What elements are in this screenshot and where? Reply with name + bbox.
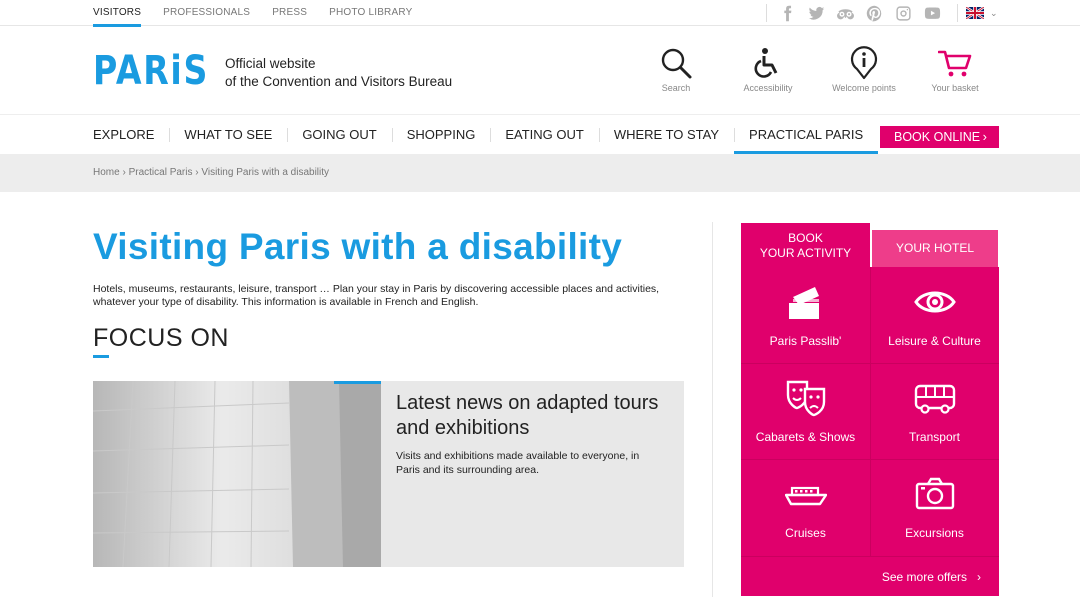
nav-explore[interactable]: EXPLORE [93, 115, 169, 155]
nav-practical-paris[interactable]: PRACTICAL PARIS [734, 115, 879, 155]
see-more-offers-link[interactable]: See more offers › [882, 570, 981, 584]
focus-underline [93, 355, 109, 358]
accessibility-button[interactable]: Accessibility [730, 46, 806, 93]
card-text: Visits and exhibitions made available to… [396, 450, 640, 476]
calendar-image [93, 381, 381, 567]
accessibility-icon [754, 48, 778, 78]
welcome-points-button[interactable]: Welcome points [824, 46, 904, 93]
topnav-press[interactable]: PRESS [272, 0, 307, 26]
theater-masks-icon [786, 380, 826, 417]
eye-icon [914, 291, 956, 313]
audience-nav: VISITORS PROFESSIONALS PRESS PHOTO LIBRA… [93, 0, 412, 27]
paris-logo[interactable]: PARiS [93, 46, 211, 90]
book-online-label: BOOK ONLINE [894, 130, 981, 144]
book-online-button[interactable]: BOOK ONLINE › [880, 126, 999, 148]
news-card[interactable]: Latest news on adapted tours and exhibit… [93, 381, 684, 567]
divider [766, 4, 767, 22]
breadcrumb-practical-paris[interactable]: Practical Paris [129, 167, 193, 178]
activity-label: Transport [909, 430, 960, 444]
breadcrumb-current: Visiting Paris with a disability [201, 167, 330, 178]
activity-cabarets-shows[interactable]: Cabarets & Shows [741, 363, 870, 459]
chevron-down-icon: ⌄ [990, 7, 998, 18]
svg-text:PARiS: PARiS [93, 48, 209, 90]
tab-book-activity-line-1: BOOK [788, 231, 823, 245]
official-line-2: of the Convention and Visitors Bureau [225, 74, 453, 89]
ticket-icon [789, 287, 819, 319]
official-line-1: Official website [225, 56, 316, 71]
topnav-professionals[interactable]: PROFESSIONALS [163, 0, 250, 26]
activity-label: Leisure & Culture [888, 334, 981, 348]
breadcrumb-bar: Home › Practical Paris › Visiting Paris … [0, 154, 1080, 192]
official-website-text: Official website of the Convention and V… [225, 55, 452, 91]
header-icons: Search Accessibility Welcome points Your… [650, 46, 990, 93]
page-title: Visiting Paris with a disability [93, 226, 623, 267]
welcome-points-label: Welcome points [832, 83, 896, 93]
basket-button[interactable]: Your basket [920, 46, 990, 93]
tripadvisor-icon[interactable] [835, 3, 855, 23]
breadcrumb-home[interactable]: Home [93, 167, 120, 178]
welcome-points-icon [850, 46, 878, 80]
activity-transport[interactable]: Transport [870, 363, 999, 459]
language-selector[interactable]: ⌄ [957, 4, 998, 22]
site-header: PARiS Official website of the Convention… [0, 26, 1080, 114]
card-title[interactable]: Latest news on adapted tours and exhibit… [396, 391, 666, 441]
see-more-label: See more offers [881, 570, 967, 584]
boat-icon [785, 486, 827, 506]
instagram-icon[interactable] [893, 3, 913, 23]
facebook-icon[interactable] [777, 3, 797, 23]
uk-flag-icon [966, 7, 984, 19]
youtube-icon[interactable] [922, 3, 942, 23]
search-button[interactable]: Search [650, 46, 702, 93]
top-bar: VISITORS PROFESSIONALS PRESS PHOTO LIBRA… [0, 0, 1080, 27]
chevron-right-icon: › [977, 570, 981, 584]
activity-label: Paris Passlib' [769, 334, 842, 348]
booking-widget: BOOK YOUR ACTIVITY YOUR HOTEL Paris Pass… [741, 223, 999, 596]
bus-icon [914, 384, 956, 414]
topnav-photo-library[interactable]: PHOTO LIBRARY [329, 0, 412, 26]
pinterest-icon[interactable] [864, 3, 884, 23]
main-nav: EXPLORE WHAT TO SEE GOING OUT SHOPPING E… [0, 114, 1080, 155]
camera-icon [915, 477, 955, 510]
chevron-right-icon: › [982, 129, 987, 144]
search-label: Search [661, 83, 691, 93]
column-divider [712, 222, 713, 597]
nav-where-to-stay[interactable]: WHERE TO STAY [598, 115, 734, 155]
tab-book-activity[interactable]: BOOK YOUR ACTIVITY [741, 223, 870, 267]
activity-leisure-culture[interactable]: Leisure & Culture [870, 267, 999, 363]
activity-grid: Paris Passlib' Leisure & Culture Cabaret… [741, 267, 999, 596]
intro-text: Hotels, museums, restaurants, leisure, t… [93, 283, 660, 308]
basket-label: Your basket [931, 83, 979, 93]
twitter-icon[interactable] [806, 3, 826, 23]
accessibility-label: Accessibility [743, 83, 793, 93]
activity-label: Excursions [905, 526, 964, 540]
activity-excursions[interactable]: Excursions [870, 459, 999, 555]
nav-going-out[interactable]: GOING OUT [287, 115, 391, 155]
divider [741, 556, 999, 557]
topnav-visitors[interactable]: VISITORS [93, 0, 142, 27]
nav-shopping[interactable]: SHOPPING [391, 115, 491, 155]
activity-label: Cruises [785, 526, 826, 540]
search-icon [661, 48, 692, 79]
social-links [766, 3, 951, 23]
activity-cruises[interactable]: Cruises [741, 459, 870, 555]
basket-icon [938, 50, 972, 77]
breadcrumb: Home › Practical Paris › Visiting Paris … [93, 167, 329, 178]
activity-paris-passlib[interactable]: Paris Passlib' [741, 267, 870, 363]
tab-your-hotel[interactable]: YOUR HOTEL [872, 230, 998, 267]
focus-heading: FOCUS ON [93, 324, 229, 352]
tab-book-activity-line-2: YOUR ACTIVITY [759, 246, 852, 260]
card-accent-bar [334, 381, 381, 384]
activity-label: Cabarets & Shows [755, 430, 856, 444]
nav-what-to-see[interactable]: WHAT TO SEE [169, 115, 287, 155]
nav-eating-out[interactable]: EATING OUT [490, 115, 598, 155]
